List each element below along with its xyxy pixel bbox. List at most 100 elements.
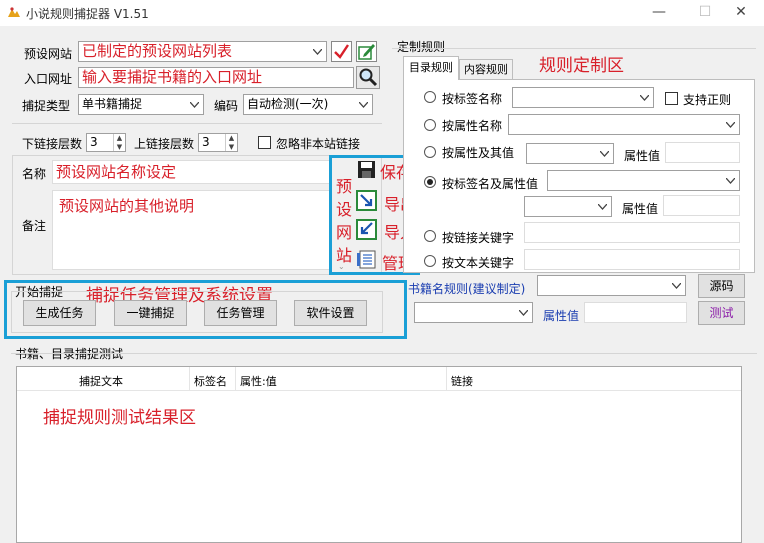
remark-textarea[interactable]: 预设网站的其他说明 xyxy=(52,190,330,270)
tag-and-attr-tag-select[interactable] xyxy=(547,170,740,191)
attr-name-select[interactable] xyxy=(508,114,740,135)
vertical-char: 预 xyxy=(335,177,352,196)
vertical-char: 网 xyxy=(335,223,352,242)
rule-label-tag-name: 按标签名称 xyxy=(442,92,503,106)
down-depth-spinner[interactable]: 3 ▲ ▼ xyxy=(86,133,126,152)
book-name-rule-label: 书籍名规则(建议制定) xyxy=(408,282,526,296)
test-button[interactable]: 测试 xyxy=(698,301,745,325)
up-depth-value: 3 xyxy=(202,135,210,149)
chevron-down-icon xyxy=(186,95,203,114)
test-results-annotation: 捕捉规则测试结果区 xyxy=(43,408,196,428)
book-name-attr-select[interactable] xyxy=(414,302,533,323)
chevron-down-icon xyxy=(636,88,653,107)
link-keyword-input[interactable] xyxy=(524,222,740,243)
name-label: 名称 xyxy=(22,167,47,181)
name-value: 预设网站名称设定 xyxy=(56,163,177,181)
one-click-capture-button[interactable]: 一键捕捉 xyxy=(114,300,187,326)
col-divider xyxy=(235,367,236,391)
rule-label-tag-and-attr: 按标签名及属性值 xyxy=(442,177,539,191)
entry-label: 入口网址 xyxy=(24,72,73,86)
support-regex-label: 支持正则 xyxy=(683,93,732,107)
rule-label-text-keyword: 按文本关键字 xyxy=(442,256,515,270)
chevron-down-icon xyxy=(594,197,611,216)
chevron-down-icon xyxy=(596,144,613,163)
save-icon[interactable] xyxy=(356,159,377,180)
text-keyword-input[interactable] xyxy=(524,249,740,270)
spinner-arrows-icon[interactable]: ▲ ▼ xyxy=(225,134,237,151)
col-link[interactable]: 链接 xyxy=(451,373,473,389)
col-attr-value[interactable]: 属性:值 xyxy=(240,373,277,389)
app-icon xyxy=(8,7,20,17)
book-name-attr-value-label: 属性值 xyxy=(543,309,580,323)
support-regex-checkbox[interactable] xyxy=(665,92,678,105)
close-button[interactable]: ✕ xyxy=(718,0,764,26)
task-manage-button[interactable]: 任务管理 xyxy=(204,300,277,326)
generate-task-button[interactable]: 生成任务 xyxy=(23,300,96,326)
attr-value-label-2: 属性值 xyxy=(622,202,659,216)
encoding-select[interactable]: 自动检测(一次) xyxy=(243,94,373,115)
tag-and-attr-attr-select[interactable] xyxy=(524,196,612,217)
tab-content-rules[interactable]: 内容规则 xyxy=(459,59,513,80)
book-name-rule-select[interactable] xyxy=(537,275,686,296)
spinner-arrows-icon[interactable]: ▲ ▼ xyxy=(113,134,125,151)
title-bar: 小说规则捕捉器 V1.51 — ☐ ✕ xyxy=(0,0,764,26)
rule-label-link-keyword: 按链接关键字 xyxy=(442,231,515,245)
window-title: 小说规则捕捉器 V1.51 xyxy=(26,7,149,21)
attr-value-label: 属性值 xyxy=(624,149,661,163)
attr-value-input[interactable] xyxy=(665,142,740,163)
chevron-down-icon xyxy=(668,276,685,295)
remark-value: 预设网站的其他说明 xyxy=(59,197,195,215)
preset-vertical-label: 预 设 网 站 xyxy=(335,175,353,267)
tag-and-attr-value-input[interactable] xyxy=(663,195,740,216)
chevron-down-icon xyxy=(722,115,739,134)
preset-label: 预设网站 xyxy=(24,47,73,61)
entry-url-value: 输入要捕捉书籍的入口网址 xyxy=(82,68,263,86)
down-depth-label: 下链接层数 xyxy=(22,137,83,151)
rule-label-attr-value: 按属性及其值 xyxy=(442,146,515,160)
remark-label: 备注 xyxy=(22,219,47,233)
ignore-offsite-checkbox[interactable] xyxy=(258,136,271,149)
chevron-down-icon xyxy=(722,171,739,190)
search-icon[interactable] xyxy=(356,66,380,89)
tab-directory-rules[interactable]: 目录规则 xyxy=(403,56,459,80)
up-depth-spinner[interactable]: 3 ▲ ▼ xyxy=(198,133,238,152)
preset-select[interactable]: 已制定的预设网站列表 xyxy=(78,41,327,62)
up-depth-label: 上链接层数 xyxy=(134,137,195,151)
rule-radio-link-keyword[interactable] xyxy=(424,230,436,242)
test-results-header: 捕捉文本 标签名 属性:值 链接 xyxy=(17,367,741,391)
rule-radio-attr-value[interactable] xyxy=(424,146,436,158)
import-icon[interactable] xyxy=(356,219,377,240)
capture-type-select[interactable]: 单书籍捕捉 xyxy=(78,94,204,115)
col-divider xyxy=(446,367,447,391)
book-name-attr-value-input[interactable] xyxy=(584,302,687,323)
encoding-label: 编码 xyxy=(214,99,239,113)
rule-radio-attr-name[interactable] xyxy=(424,119,436,131)
manage-list-icon[interactable] xyxy=(356,249,377,270)
attr-value-attr-select[interactable] xyxy=(526,143,614,164)
capture-type-value: 单书籍捕捉 xyxy=(82,97,143,111)
col-capture-text[interactable]: 捕捉文本 xyxy=(79,373,123,389)
divider xyxy=(392,48,756,49)
chevron-down-icon xyxy=(515,303,532,322)
rule-radio-tag-and-attr[interactable] xyxy=(424,176,436,188)
rules-annotation: 规则定制区 xyxy=(539,56,624,76)
capture-type-label: 捕捉类型 xyxy=(22,99,71,113)
rule-label-attr-name: 按属性名称 xyxy=(442,119,503,133)
entry-url-input[interactable]: 输入要捕捉书籍的入口网址 xyxy=(78,67,354,88)
chevron-down-icon xyxy=(309,42,326,61)
rule-radio-text-keyword[interactable] xyxy=(424,255,436,267)
tag-name-select[interactable] xyxy=(512,87,654,108)
check-icon[interactable] xyxy=(331,41,352,62)
preset-value: 已制定的预设网站列表 xyxy=(82,42,233,60)
source-code-button[interactable]: 源码 xyxy=(698,274,745,298)
col-tag-name[interactable]: 标签名 xyxy=(194,373,227,389)
test-results-list[interactable]: 捕捉文本 标签名 属性:值 链接 捕捉规则测试结果区 xyxy=(16,366,742,543)
vertical-char: 设 xyxy=(335,200,352,219)
col-divider xyxy=(189,367,190,391)
export-icon[interactable] xyxy=(356,190,377,211)
rule-radio-tag-name[interactable] xyxy=(424,91,436,103)
name-input[interactable]: 预设网站名称设定 xyxy=(52,160,330,184)
minimize-button[interactable]: — xyxy=(636,0,682,26)
edit-icon[interactable] xyxy=(356,41,377,62)
software-settings-button[interactable]: 软件设置 xyxy=(294,300,367,326)
